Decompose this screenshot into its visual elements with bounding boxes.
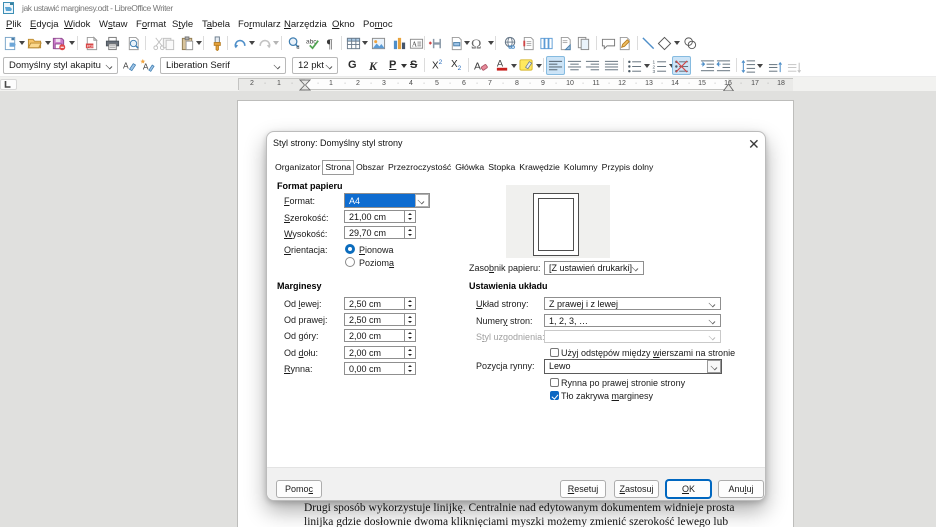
svg-text:3: 3	[652, 69, 655, 74]
svg-text:PDF: PDF	[87, 43, 95, 48]
svg-text:d: d	[296, 45, 299, 51]
svg-text:A: A	[497, 58, 504, 68]
svg-text:¶: ¶	[327, 37, 333, 51]
svg-text:Ω: Ω	[471, 37, 481, 51]
svg-text:A: A	[474, 61, 481, 72]
svg-text:A: A	[123, 60, 129, 70]
svg-text:A: A	[143, 61, 149, 71]
